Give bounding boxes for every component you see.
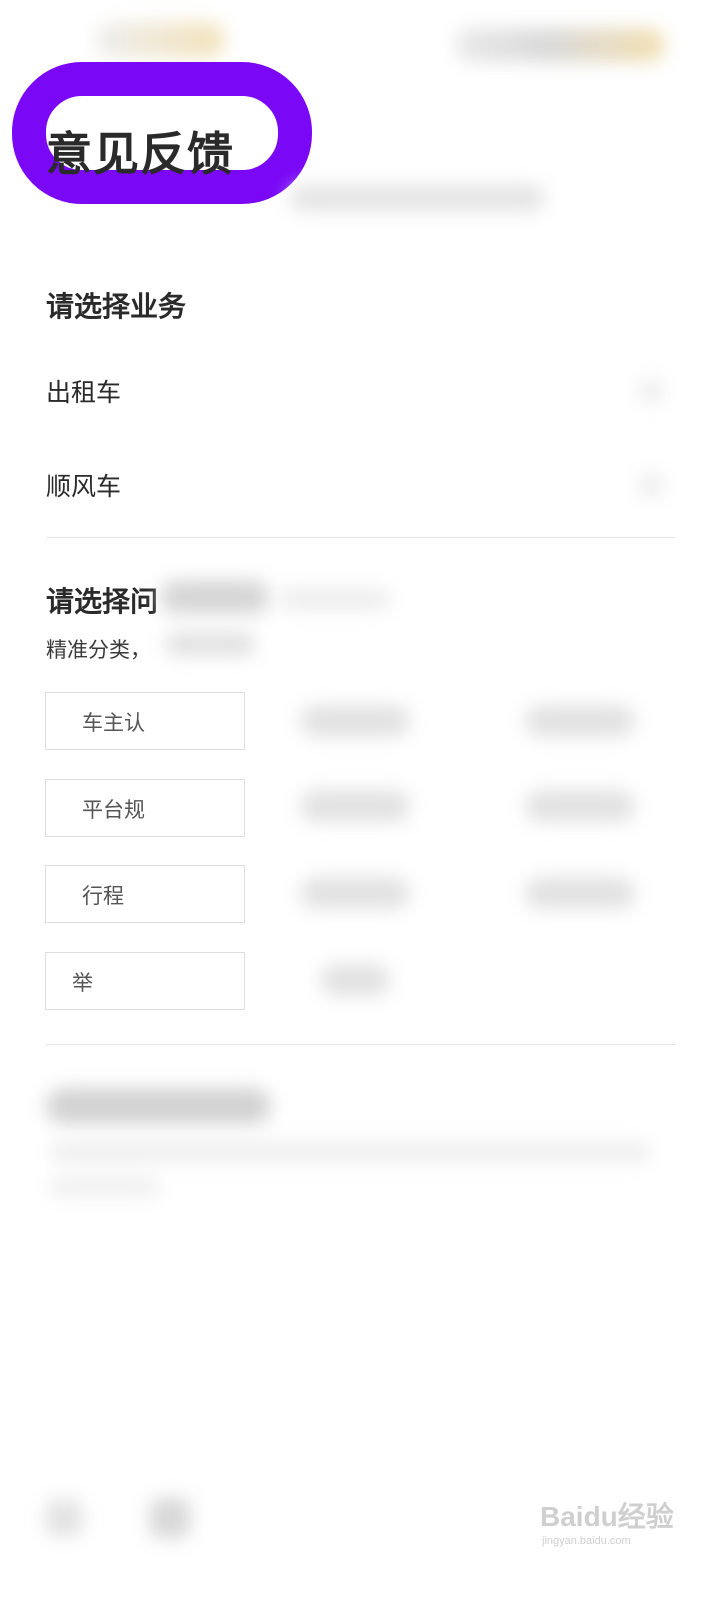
business-option-label: 顺风车 [46,472,122,501]
back-button[interactable] [95,22,225,58]
divider [46,537,676,538]
issue-chip[interactable] [300,790,410,822]
divider [46,1044,676,1045]
issue-chip-label: 车主认 [82,711,145,735]
issue-chip[interactable]: 举 [45,952,245,1010]
radio-icon[interactable] [640,380,662,402]
description-hint [50,1142,650,1162]
description-section-heading [46,1088,271,1124]
page-title: 意见反馈 [46,127,234,181]
business-option-label: 出租车 [46,378,122,407]
issue-chip[interactable] [525,705,635,737]
bottom-bar-icon[interactable] [150,1498,190,1538]
issue-chip-label: 行程 [82,884,124,908]
issue-chip[interactable] [525,877,635,909]
issue-heading-obscured [160,580,270,614]
issue-hint-obscured [165,632,255,656]
watermark-url: jingyan.baidu.com [542,1535,631,1547]
issue-chip[interactable] [300,877,410,909]
issue-section-hint: 精准分类， [46,638,151,662]
issue-chip[interactable]: 行程 [45,865,245,923]
issue-chip[interactable] [525,790,635,822]
issue-heading-note-obscured [280,588,390,610]
business-section-heading: 请选择业务 [46,290,187,323]
business-option-taxi[interactable]: 出租车 [46,373,121,409]
issue-chip[interactable]: 平台规 [45,779,245,837]
issue-section-heading: 请选择问 [46,585,159,618]
radio-icon[interactable] [640,474,662,496]
description-hint [50,1178,160,1196]
issue-chip-label: 平台规 [82,798,145,822]
top-right-actions[interactable] [455,28,665,62]
issue-chip-label: 举 [72,971,93,995]
business-option-carpool[interactable]: 顺风车 [46,467,121,503]
bottom-bar-icon[interactable] [46,1500,82,1536]
issue-chip[interactable]: 车主认 [45,692,245,750]
issue-chip[interactable] [320,964,390,996]
baidu-jingyan-watermark: Baidu经验 [540,1501,674,1532]
page-subtitle [290,185,545,211]
issue-chip[interactable] [300,705,410,737]
